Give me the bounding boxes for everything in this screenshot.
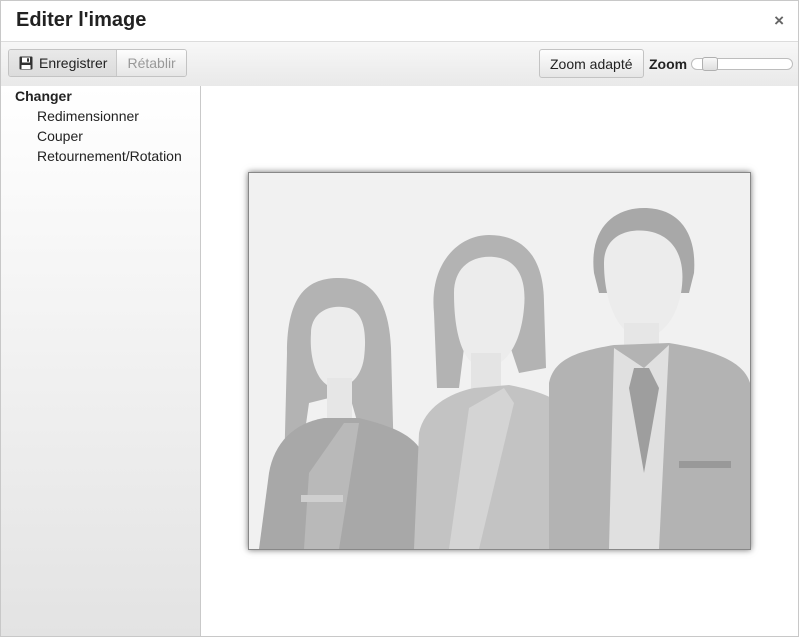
undo-button-label: Rétablir: [127, 55, 176, 71]
save-button-label: Enregistrer: [39, 55, 108, 71]
undo-button[interactable]: Rétablir: [117, 50, 186, 76]
sidebar-item-crop[interactable]: Couper: [37, 128, 83, 144]
sidebar-item-flip-rotate[interactable]: Retournement/Rotation: [37, 148, 182, 164]
image-canvas: [201, 86, 798, 636]
sidebar: Changer Redimensionner Couper Retourneme…: [1, 86, 201, 636]
zoom-slider[interactable]: [691, 57, 793, 71]
zoom-slider-handle[interactable]: [702, 57, 718, 71]
edit-image-dialog: Editer l'image × Enregistrer Rétablir Zo…: [0, 0, 799, 637]
placeholder-people-image: [249, 173, 750, 549]
sidebar-heading: Changer: [15, 88, 72, 104]
floppy-disk-icon: [19, 56, 33, 70]
zoom-fit-button[interactable]: Zoom adapté: [539, 49, 644, 78]
zoom-label: Zoom: [649, 56, 688, 72]
close-icon[interactable]: ×: [774, 12, 784, 29]
dialog-title: Editer l'image: [16, 9, 147, 31]
toolbar: Enregistrer Rétablir Zoom adapté Zoom: [1, 42, 798, 87]
edited-image[interactable]: [248, 172, 751, 550]
dialog-title-bar: Editer l'image ×: [1, 1, 798, 42]
zoom-fit-label: Zoom adapté: [550, 55, 633, 72]
sidebar-item-resize[interactable]: Redimensionner: [37, 108, 139, 124]
save-button[interactable]: Enregistrer: [9, 50, 118, 76]
save-undo-button-group: Enregistrer Rétablir: [8, 49, 187, 77]
